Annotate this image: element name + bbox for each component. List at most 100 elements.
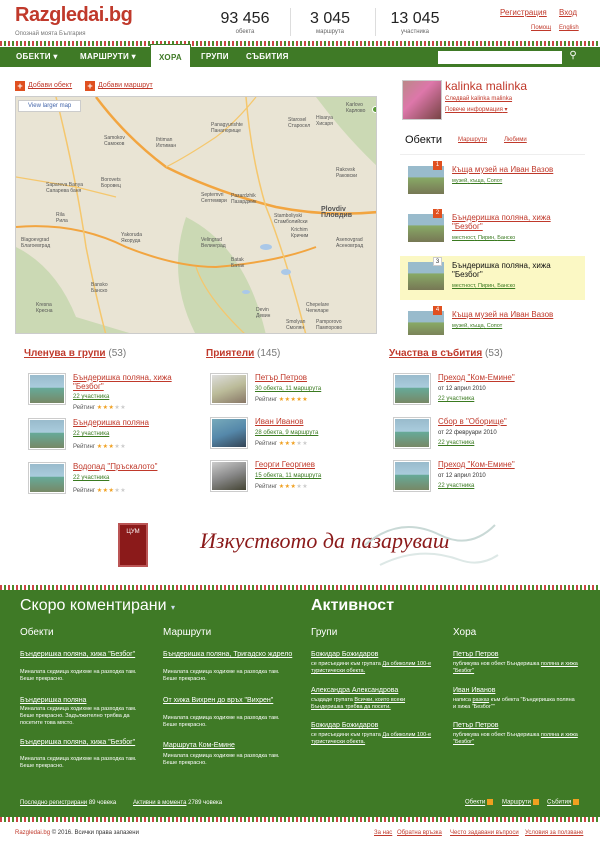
group-item[interactable]: Бъндеришка поляна 22 участника Рейтинг ★… (28, 418, 198, 458)
help-link[interactable]: Помощ (531, 25, 551, 31)
activity-user-link[interactable]: Петър Петров (453, 721, 583, 730)
activity-user-link[interactable]: Божидар Божидаров (311, 721, 441, 730)
activity-user-link[interactable]: Александра Александрова (311, 686, 441, 695)
map[interactable]: View larger map Samokov Самоков Ihtiman Их… (15, 96, 377, 334)
tag-link[interactable]: Сопот (487, 178, 502, 184)
tag-link[interactable]: музей (452, 178, 467, 184)
tab-favorites[interactable]: Любими (504, 137, 527, 143)
friend-name-link[interactable]: Петър Петров (255, 373, 385, 382)
group-title-link[interactable]: Водопад "Пръскалото" (73, 462, 203, 471)
list-item[interactable]: 1 Къща музей на Иван Вазов музей, къща, … (400, 160, 585, 204)
tag-link[interactable]: Пирин (478, 235, 494, 241)
activity-user-link[interactable]: Петър Петров (453, 650, 583, 659)
plus-icon[interactable]: + (85, 81, 95, 91)
tag-link[interactable]: къща (470, 323, 483, 329)
event-title-link[interactable]: Сбор в "Оборище" (438, 417, 568, 426)
friend-item[interactable]: Георги Георгиев 15 обекта, 11 маршрута Р… (210, 460, 380, 500)
object-title[interactable]: Бъндеришка поляна, хижа "Безбог" (452, 261, 582, 279)
nav-routes[interactable]: МАРШРУТИ ▾ (72, 47, 144, 67)
activity-user-link[interactable]: Иван Иванов (453, 686, 583, 695)
group-item[interactable]: Бъндеришка поляна, хижа "Безбог" 22 учас… (28, 373, 198, 413)
friend-stats-link[interactable]: 15 обекта, 11 маршрута (255, 473, 321, 479)
nav-people[interactable]: ХОРА (150, 44, 191, 67)
activity-user-link[interactable]: Божидар Божидаров (311, 650, 441, 659)
list-item[interactable]: 4 Къща музей на Иван Вазов музей, къща, … (400, 305, 585, 335)
nav-groups[interactable]: ГРУПИ (193, 47, 237, 67)
terms-link[interactable]: Условия за ползване (525, 830, 583, 836)
list-item[interactable]: 3 Бъндеришка поляна, хижа "Безбог" местн… (400, 256, 585, 300)
feedback-link[interactable]: Обратна връзка (397, 830, 442, 836)
event-members-link[interactable]: 22 участника (438, 396, 474, 402)
faq-link[interactable]: Често задавани въпроси (450, 830, 519, 836)
event-item[interactable]: Преход "Ком-Емине" от 12 април 2010 22 у… (393, 373, 563, 413)
tag-link[interactable]: Банско (497, 283, 515, 289)
events-heading-link[interactable]: Участва в събития (389, 348, 482, 359)
group-members-link[interactable]: 22 участника (73, 431, 109, 437)
plus-icon[interactable]: + (15, 81, 25, 91)
search-icon[interactable]: ⚲ (566, 50, 580, 64)
map-marker[interactable] (372, 106, 376, 113)
group-title-link[interactable]: Бъндеришка поляна, хижа "Безбог" (73, 373, 203, 391)
nav-objects[interactable]: ОБЕКТИ ▾ (8, 47, 66, 67)
feed-events[interactable]: Събития (547, 799, 580, 806)
recent-registered-link[interactable]: Последно регистрирани (20, 800, 87, 806)
group-members-link[interactable]: 22 участника (73, 394, 109, 400)
tag-link[interactable]: Сопот (487, 323, 502, 329)
event-members-link[interactable]: 22 участника (438, 483, 474, 489)
register-link[interactable]: Регистрация (500, 8, 547, 17)
follow-link[interactable]: Следвай kalinka malinka (445, 96, 512, 102)
feed-objects[interactable]: Обекти (465, 799, 494, 806)
comment-title-link[interactable]: Бъндеришка поляна, хижа "Безбог" (20, 650, 150, 659)
friend-item[interactable]: Петър Петров 30 обекта, 11 маршрута Рейт… (210, 373, 380, 413)
tag-link[interactable]: музей (452, 323, 467, 329)
event-title-link[interactable]: Преход "Ком-Емине" (438, 460, 568, 469)
profile-name[interactable]: kalinka malinka (445, 79, 527, 93)
add-object-link[interactable]: Добави обект (28, 82, 72, 89)
tab-objects[interactable]: Обекти (405, 134, 442, 146)
tag-link[interactable]: къща (470, 178, 483, 184)
groups-heading-link[interactable]: Членува в групи (24, 348, 106, 359)
friend-item[interactable]: Иван Иванов 28 обекта, 9 маршрута Рейтин… (210, 417, 380, 457)
about-link[interactable]: За нас (374, 830, 392, 836)
group-title-link[interactable]: Бъндеришка поляна (73, 418, 203, 427)
event-item[interactable]: Преход "Ком-Емине" от 12 април 2010 22 у… (393, 460, 563, 500)
object-title-link[interactable]: Къща музей на Иван Вазов (452, 310, 582, 319)
object-title-link[interactable]: Къща музей на Иван Вазов (452, 165, 582, 174)
event-title-link[interactable]: Преход "Ком-Емине" (438, 373, 568, 382)
comment-title-link[interactable]: Бъндеришка поляна (20, 696, 150, 705)
tag-link[interactable]: Пирин (478, 283, 494, 289)
activity-target-link[interactable]: разказ (473, 697, 490, 703)
tab-routes[interactable]: Маршрути (458, 137, 487, 143)
comment-title-link[interactable]: Бъндеришка поляна, хижа "Безбог" (20, 738, 150, 747)
view-larger-map-link[interactable]: View larger map (18, 100, 82, 112)
feed-routes[interactable]: Маршрути (502, 799, 539, 806)
tag-link[interactable]: местност (452, 283, 475, 289)
group-members-link[interactable]: 22 участника (73, 475, 109, 481)
group-item[interactable]: Водопад "Пръскалото" 22 участника Рейтин… (28, 462, 198, 502)
active-now-link[interactable]: Активни в момента (133, 800, 186, 806)
friend-stats-link[interactable]: 28 обекта, 9 маршрута (255, 430, 318, 436)
nav-events[interactable]: СЪБИТИЯ (238, 47, 297, 67)
login-link[interactable]: Вход (559, 8, 577, 17)
search-input[interactable] (438, 51, 562, 64)
friend-name-link[interactable]: Иван Иванов (255, 417, 385, 426)
event-members-link[interactable]: 22 участника (438, 440, 474, 446)
comment-title-link[interactable]: Маршрута Ком-Емине (163, 741, 293, 750)
site-logo[interactable]: Razgledai.bg (15, 4, 133, 27)
add-route-link[interactable]: Добави маршрут (98, 82, 153, 89)
friend-name-link[interactable]: Георги Георгиев (255, 460, 385, 469)
ad-logo[interactable]: ЦУМ (118, 523, 148, 567)
tag-link[interactable]: Банско (497, 235, 515, 241)
comment-title-link[interactable]: От хижа Вихрен до връх "Вихрен" (163, 696, 293, 705)
friends-heading-link[interactable]: Приятели (206, 348, 254, 359)
chevron-down-icon[interactable]: ▾ (171, 603, 175, 612)
language-link[interactable]: English (559, 25, 579, 31)
list-item[interactable]: 2 Бъндеришка поляна, хижа "Безбог" местн… (400, 208, 585, 252)
object-title-link[interactable]: Бъндеришка поляна, хижа "Безбог" (452, 213, 582, 231)
event-item[interactable]: Сбор в "Оборище" от 22 февруари 2010 22 … (393, 417, 563, 457)
site-link[interactable]: Razgledai.bg (15, 830, 50, 836)
more-info-link[interactable]: Повече информация ▾ (445, 106, 508, 113)
friend-stats-link[interactable]: 30 обекта, 11 маршрута (255, 386, 321, 392)
tag-link[interactable]: местност (452, 235, 475, 241)
comment-title-link[interactable]: Бъндеришка поляна, Тригадско ждрело (163, 650, 293, 659)
